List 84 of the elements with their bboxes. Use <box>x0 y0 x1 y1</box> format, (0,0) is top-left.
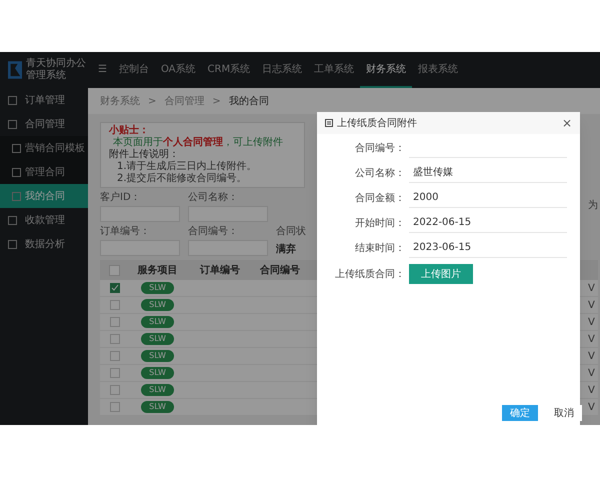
table-cell-text: V <box>588 400 596 414</box>
breadcrumb-link[interactable]: 合同管理 <box>164 94 204 108</box>
input-field[interactable]: 2000 <box>409 188 567 208</box>
table-cell-text: V <box>588 384 596 398</box>
sidebar-item[interactable]: 收款管理 <box>0 208 88 232</box>
select-all-checkbox[interactable] <box>109 264 120 276</box>
document-icon <box>12 168 21 176</box>
service-tag: SLW <box>141 316 174 328</box>
document-icon <box>8 216 17 224</box>
sidebar-item[interactable]: 合同管理 <box>0 112 88 136</box>
service-tag: SLW <box>141 350 174 362</box>
table-cell-text: V <box>588 316 596 330</box>
logo-icon <box>8 61 22 79</box>
filter-value: 满弃 <box>276 244 297 256</box>
nav-tab[interactable]: 工单系统 <box>308 52 360 88</box>
service-tag: SLW <box>141 333 174 345</box>
service-tag: SLW <box>141 299 174 311</box>
table-cell-text: V <box>588 282 596 296</box>
input-field[interactable]: 盛世传媒 <box>409 163 567 183</box>
field-label: 上传纸质合同： <box>334 268 405 282</box>
table-cell-text: V <box>588 366 596 380</box>
column-header: 合同编号 <box>259 264 301 278</box>
document-icon <box>8 120 17 128</box>
filter-label: 订单编号： <box>100 226 151 238</box>
input-field[interactable]: 2022-06-15 <box>409 213 567 233</box>
field-label: 合同金额： <box>354 192 405 206</box>
field-label: 开始时间： <box>354 216 405 230</box>
service-tag: SLW <box>141 401 174 413</box>
service-tag: SLW <box>141 384 174 396</box>
upload-button[interactable]: 上传图片 <box>409 264 473 284</box>
nav-tab[interactable]: ☰ <box>92 52 113 88</box>
nav-tab[interactable]: 控制台 <box>112 52 155 88</box>
breadcrumb-separator: > <box>212 94 221 108</box>
row-checkbox[interactable] <box>110 317 120 327</box>
sidebar-subitem[interactable]: 我的合同 <box>0 184 88 208</box>
sidebar-item[interactable]: 订单管理 <box>0 88 88 112</box>
sidebar-item[interactable]: 数据分析 <box>0 232 88 256</box>
service-tag: SLW <box>141 282 174 294</box>
sidebar-subitem[interactable]: 管理合同 <box>0 160 88 184</box>
table-cell-text: 为 <box>588 198 598 213</box>
table-cell-text: V <box>588 332 596 346</box>
field-label: 结束时间： <box>354 242 405 256</box>
row-checkbox[interactable] <box>110 300 120 310</box>
document-icon <box>325 119 333 127</box>
tip-text: 本页面用于个人合同管理，可上传附件 <box>112 137 283 148</box>
field-label: 合同编号： <box>354 142 405 156</box>
document-icon <box>8 240 17 248</box>
nav-tab[interactable]: CRM系统 <box>202 52 256 88</box>
filter-label: 合同状 <box>276 226 307 238</box>
document-icon <box>8 96 17 104</box>
row-checkbox[interactable] <box>110 283 120 293</box>
breadcrumb-separator: > <box>148 94 156 108</box>
table-cell-text: V <box>588 350 596 364</box>
row-checkbox[interactable] <box>110 402 120 412</box>
column-header: 订单编号 <box>198 264 241 278</box>
document-icon <box>12 144 21 152</box>
nav-tab[interactable]: OA系统 <box>154 52 202 88</box>
breadcrumb-link[interactable]: 我的合同 <box>228 94 269 108</box>
row-checkbox[interactable] <box>110 385 120 395</box>
column-header: 服务项目 <box>136 264 178 278</box>
tip-text: 2.提交后不能修改合同编号。 <box>116 173 247 185</box>
nav-tab[interactable]: 报表系统 <box>412 52 464 88</box>
sidebar-subitem[interactable]: 营销合同模板 <box>0 136 88 160</box>
filter-label: 合同编号： <box>188 226 239 238</box>
dialog-title: 上传纸质合同附件 <box>337 116 418 130</box>
logo-text: 管理系统 <box>26 70 67 82</box>
row-checkbox[interactable] <box>110 334 120 344</box>
table-cell-text: V <box>588 298 596 312</box>
row-checkbox[interactable] <box>110 368 120 378</box>
nav-tab[interactable]: 日志系统 <box>256 52 308 88</box>
logo-text: 青天协同办公 <box>26 58 86 70</box>
close-button[interactable]: × <box>562 114 572 132</box>
row-checkbox[interactable] <box>110 351 120 361</box>
breadcrumb-link[interactable]: 财务系统 <box>100 94 140 108</box>
filter-label: 客户ID： <box>100 192 142 204</box>
tip-text: 1.请于生成后三日内上传附件。 <box>116 161 257 172</box>
service-tag: SLW <box>141 367 174 379</box>
filter-label: 公司名称： <box>188 192 239 204</box>
tip-text: 附件上传说明： <box>109 149 179 160</box>
dialog-button[interactable]: 确定 <box>502 405 538 421</box>
field-label: 公司名称： <box>354 166 405 180</box>
input-field[interactable]: 2023-06-15 <box>409 238 567 258</box>
document-icon <box>12 192 21 200</box>
tip-title: 小贴士： <box>109 125 150 136</box>
